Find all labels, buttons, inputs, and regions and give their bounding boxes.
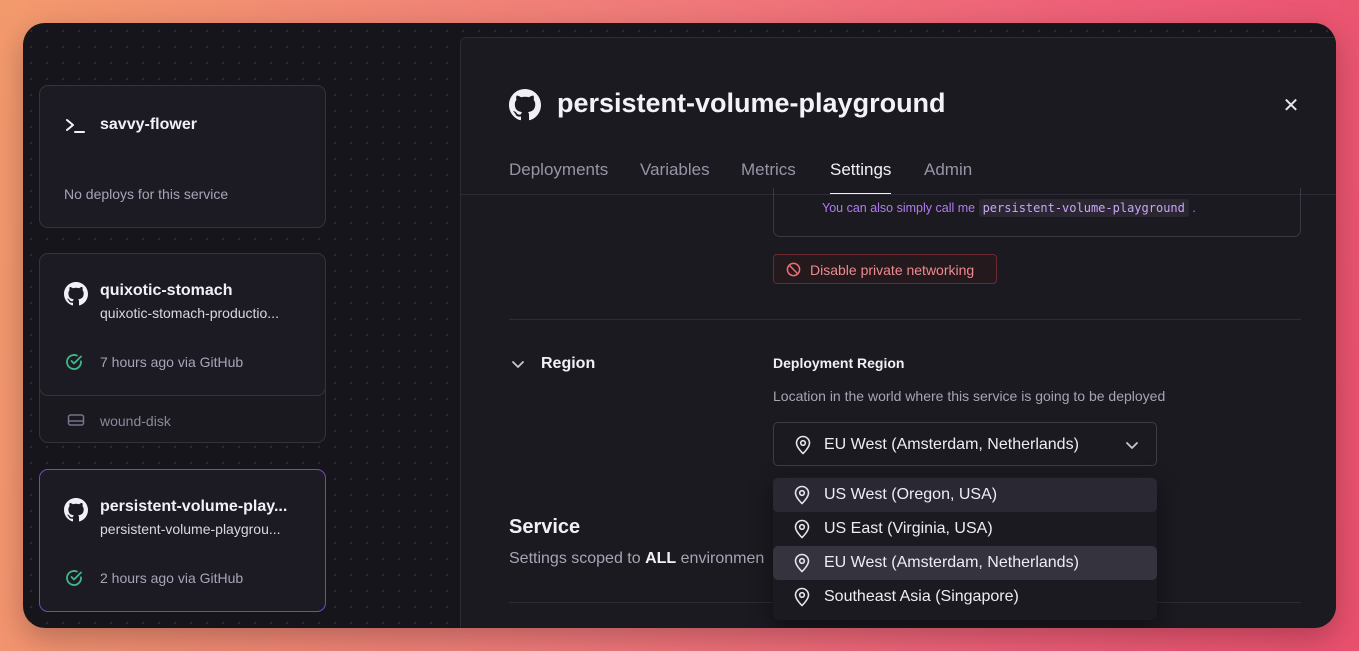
map-pin-icon xyxy=(794,485,810,505)
disable-private-networking-button[interactable]: Disable private networking xyxy=(773,254,997,284)
service-section-description: Settings scoped to ALL environmen xyxy=(509,550,765,567)
service-card-quixotic-stomach[interactable]: quixotic-stomach quixotic-stomach-produc… xyxy=(39,253,326,396)
region-dropdown-menu: US West (Oregon, USA) US East (Virginia,… xyxy=(773,476,1157,620)
tab-variables[interactable]: Variables xyxy=(640,160,710,180)
service-name: quixotic-stomach xyxy=(100,282,233,299)
github-icon xyxy=(64,498,88,522)
volume-name: wound-disk xyxy=(100,413,171,429)
close-icon[interactable]: ✕ xyxy=(1281,96,1301,116)
region-option-southeast-asia[interactable]: Southeast Asia (Singapore) xyxy=(773,580,1157,614)
map-pin-icon xyxy=(794,553,810,573)
check-circle-icon xyxy=(66,570,82,586)
app-window: savvy-flower No deploys for this service… xyxy=(23,23,1336,628)
chevron-down-icon xyxy=(1126,442,1138,449)
chevron-down-icon[interactable] xyxy=(510,356,526,372)
service-detail-panel: persistent-volume-playground ✕ Deploymen… xyxy=(460,37,1336,628)
service-name: persistent-volume-play... xyxy=(100,498,288,515)
deployment-region-description: Location in the world where this service… xyxy=(773,388,1166,404)
service-status: No deploys for this service xyxy=(64,186,229,202)
deploy-status: 7 hours ago via GitHub xyxy=(100,354,244,370)
tab-settings[interactable]: Settings xyxy=(830,160,892,195)
tab-metrics[interactable]: Metrics xyxy=(741,160,796,180)
service-name: savvy-flower xyxy=(100,116,197,133)
private-domain-hint: You can also simply call me persistent-v… xyxy=(822,199,1196,217)
deploy-status: 2 hours ago via GitHub xyxy=(100,570,244,586)
map-pin-icon xyxy=(794,519,810,539)
service-card-savvy-flower[interactable]: savvy-flower No deploys for this service xyxy=(39,85,326,228)
deployment-region-label: Deployment Region xyxy=(773,355,905,371)
region-option-us-west[interactable]: US West (Oregon, USA) xyxy=(773,478,1157,512)
terminal-icon xyxy=(66,119,85,133)
service-domain: persistent-volume-playgrou... xyxy=(100,521,281,537)
github-icon xyxy=(64,282,88,306)
page-title: persistent-volume-playground xyxy=(557,88,946,118)
service-domain: quixotic-stomach-productio... xyxy=(100,305,279,321)
map-pin-icon xyxy=(794,587,810,607)
section-divider xyxy=(509,319,1301,320)
region-option-eu-west[interactable]: EU West (Amsterdam, Netherlands) xyxy=(773,546,1157,580)
prohibited-icon xyxy=(786,262,801,277)
region-select[interactable]: EU West (Amsterdam, Netherlands) xyxy=(773,422,1157,466)
private-domain-code: persistent-volume-playground xyxy=(978,199,1189,217)
check-circle-icon xyxy=(66,354,82,370)
service-section-title: Service xyxy=(509,516,581,538)
github-icon xyxy=(509,89,541,121)
region-option-us-east[interactable]: US East (Virginia, USA) xyxy=(773,512,1157,546)
tab-deployments[interactable]: Deployments xyxy=(509,160,608,180)
region-select-value: EU West (Amsterdam, Netherlands) xyxy=(824,436,1079,453)
region-section-title[interactable]: Region xyxy=(541,355,595,373)
service-card-persistent-volume-playground[interactable]: persistent-volume-play... persistent-vol… xyxy=(39,469,326,612)
disk-icon xyxy=(67,414,85,426)
tab-admin[interactable]: Admin xyxy=(924,160,972,180)
map-pin-icon xyxy=(795,435,811,455)
